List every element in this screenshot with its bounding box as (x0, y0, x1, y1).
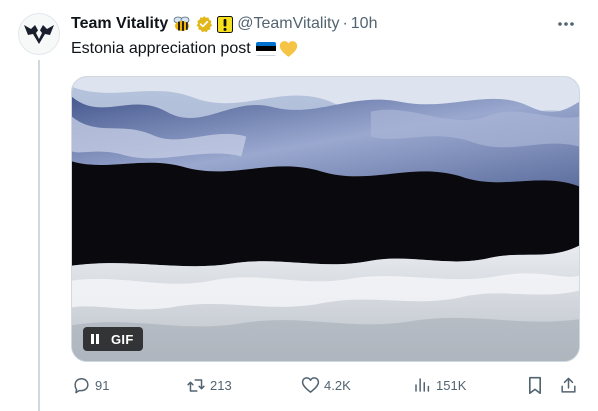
exclamation-badge-icon[interactable] (217, 15, 234, 33)
gif-controls[interactable]: GIF (83, 327, 143, 351)
action-bar: 91 213 4.2K 151K (71, 374, 581, 396)
vitality-logo-icon (24, 25, 54, 44)
gif-media[interactable]: GIF (71, 76, 580, 362)
timestamp[interactable]: 10h (351, 15, 378, 33)
repost-count: 213 (210, 377, 232, 393)
like-icon (300, 375, 320, 395)
tweet-text: Estonia appreciation post (71, 40, 298, 58)
display-name[interactable]: Team Vitality (71, 15, 168, 33)
like-button[interactable]: 4.2K (300, 374, 351, 396)
reply-button[interactable]: 91 (71, 374, 109, 396)
repost-button[interactable]: 213 (186, 374, 232, 396)
estonia-flag-gif-frame (72, 77, 579, 361)
reply-count: 91 (95, 377, 110, 393)
gif-badge: GIF (111, 331, 134, 347)
verified-badge-icon[interactable] (195, 15, 213, 33)
views-icon (412, 375, 432, 395)
pause-icon[interactable] (83, 327, 107, 351)
avatar[interactable] (18, 13, 60, 55)
views-count: 151K (436, 377, 467, 393)
reply-icon (71, 375, 91, 395)
bee-emoji-icon (172, 14, 192, 34)
bookmark-icon (525, 375, 545, 395)
separator-dot: · (342, 15, 348, 32)
thread-line (38, 60, 40, 411)
share-icon (558, 375, 578, 395)
more-icon[interactable] (554, 13, 578, 35)
yellow-heart-icon (279, 40, 298, 58)
share-button[interactable] (558, 374, 578, 396)
tweet-text-content: Estonia appreciation post (71, 40, 251, 57)
user-handle[interactable]: @TeamVitality (237, 15, 339, 33)
tweet-header: Team Vitality @TeamVitality · 10h (71, 13, 588, 35)
views-button[interactable]: 151K (412, 374, 466, 396)
bookmark-button[interactable] (525, 374, 545, 396)
like-count: 4.2K (324, 377, 351, 393)
estonia-flag-icon (255, 42, 276, 56)
repost-icon (186, 375, 206, 395)
